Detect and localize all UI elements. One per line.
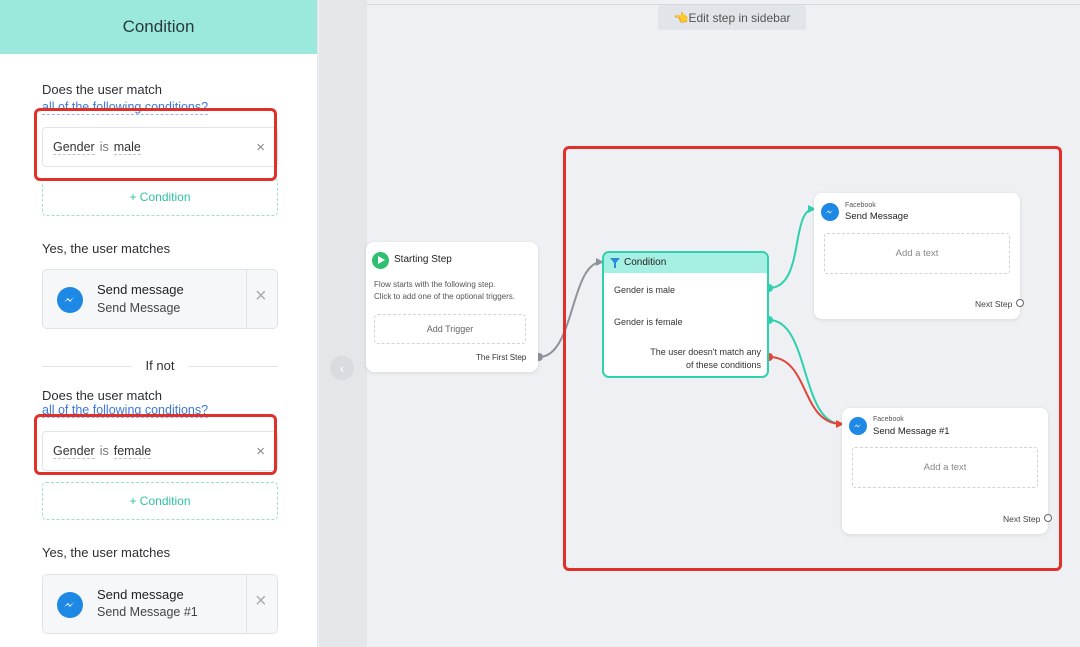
starting-step-node[interactable]: Starting Step Flow starts with the follo… (366, 242, 538, 372)
add-trigger-button[interactable]: Add Trigger (374, 314, 526, 344)
play-icon (372, 252, 389, 269)
node-description: Flow starts with the following step. (374, 280, 496, 289)
node-description: Click to add one of the optional trigger… (374, 292, 515, 301)
node-title: Starting Step (394, 254, 452, 265)
highlight-box (563, 146, 1062, 571)
first-step-output[interactable]: The First Step (476, 353, 526, 362)
